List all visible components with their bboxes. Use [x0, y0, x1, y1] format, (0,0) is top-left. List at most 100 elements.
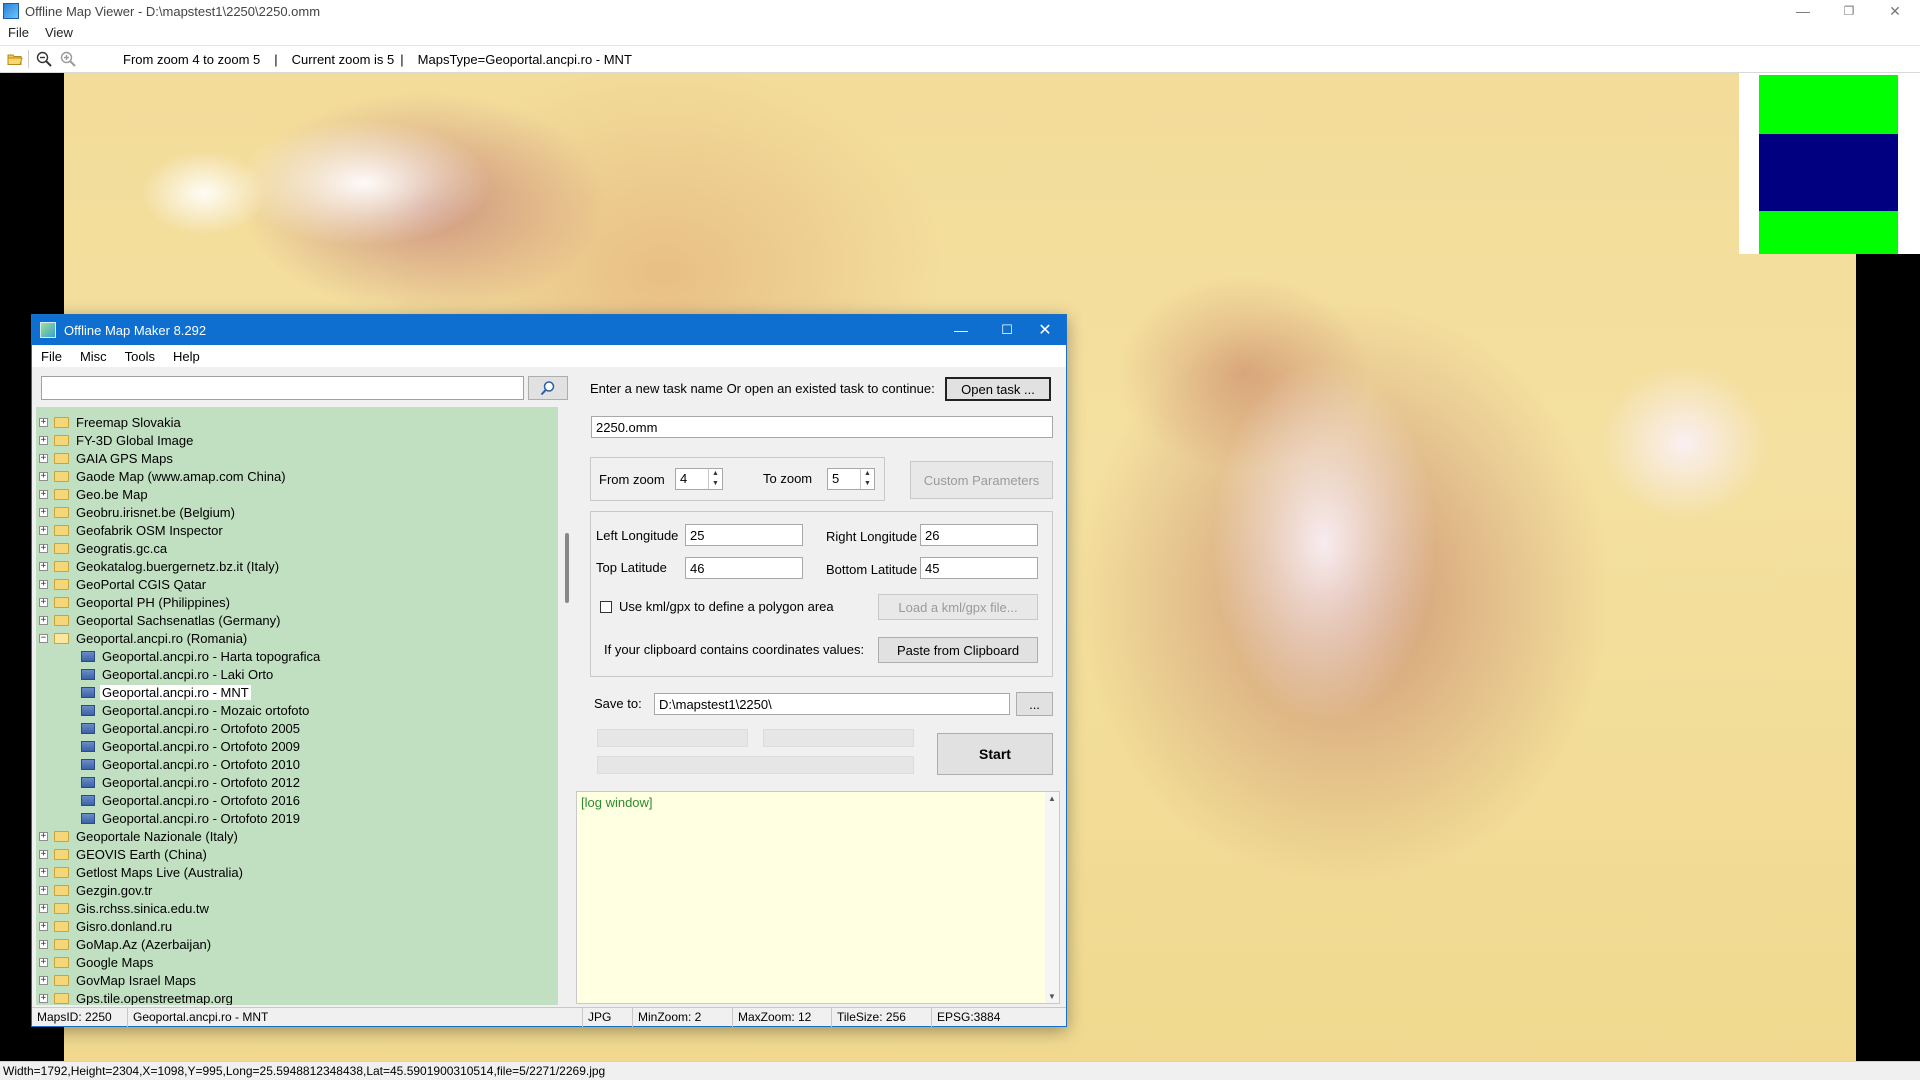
scroll-up-icon[interactable]: ▲ [1045, 794, 1059, 803]
tree-folder-item[interactable]: + GeoPortal CGIS Qatar [36, 575, 208, 593]
map-search-button[interactable] [528, 376, 568, 400]
tree-folder-item[interactable]: + Geoportal Sachsenatlas (Germany) [36, 611, 282, 629]
tree-folder-item[interactable]: + GovMap Israel Maps [36, 971, 198, 989]
expand-icon[interactable]: + [39, 957, 48, 967]
right-longitude-input[interactable] [920, 524, 1038, 546]
expand-icon[interactable]: + [39, 921, 48, 931]
expand-icon[interactable]: + [39, 561, 48, 571]
expand-icon[interactable]: + [39, 867, 48, 877]
expand-icon[interactable]: + [39, 579, 48, 589]
left-longitude-input[interactable] [685, 524, 803, 546]
zoom-out-icon[interactable] [35, 50, 53, 68]
tree-folder-item[interactable]: + Geogratis.gc.ca [36, 539, 169, 557]
expand-icon[interactable]: + [39, 471, 48, 481]
browse-button[interactable]: ... [1016, 692, 1053, 716]
dialog-menu-misc[interactable]: Misc [71, 349, 116, 364]
top-latitude-input[interactable] [685, 557, 803, 579]
tree-map-item[interactable]: Geoportal.ancpi.ro - Ortofoto 2012 [36, 773, 302, 791]
expand-icon[interactable]: + [39, 885, 48, 895]
menu-file[interactable]: File [0, 25, 37, 40]
main-statusbar: Width=1792,Height=2304,X=1098,Y=995,Long… [0, 1061, 1920, 1080]
tree-folder-item[interactable]: + Geokatalog.buergernetz.bz.it (Italy) [36, 557, 281, 575]
dialog-minimize-button[interactable]: — [938, 315, 984, 345]
tree-folder-item[interactable]: + Geo.be Map [36, 485, 150, 503]
tree-map-item[interactable]: Geoportal.ancpi.ro - Ortofoto 2010 [36, 755, 302, 773]
tree-scrollbar-thumb[interactable] [565, 533, 569, 603]
map-layer-icon [81, 740, 95, 752]
tree-folder-item[interactable]: + GoMap.Az (Azerbaijan) [36, 935, 213, 953]
expand-icon[interactable]: + [39, 507, 48, 517]
to-zoom-spinner[interactable]: 5 ▲ ▼ [827, 468, 875, 490]
tree-folder-item[interactable]: + GAIA GPS Maps [36, 449, 175, 467]
close-button[interactable]: ✕ [1872, 0, 1918, 22]
restore-button[interactable]: ❐ [1826, 0, 1872, 22]
tree-folder-item[interactable]: + FY-3D Global Image [36, 431, 195, 449]
tree-folder-item[interactable]: + Geofabrik OSM Inspector [36, 521, 225, 539]
tree-folder-item[interactable]: + GEOVIS Earth (China) [36, 845, 209, 863]
dialog-menu-tools[interactable]: Tools [116, 349, 164, 364]
open-task-button[interactable]: Open task ... [945, 377, 1051, 401]
load-kml-button[interactable]: Load a kml/gpx file... [878, 594, 1038, 620]
spinner-arrows-icon[interactable]: ▲ ▼ [860, 469, 874, 489]
tree-folder-item[interactable]: + Gezgin.gov.tr [36, 881, 154, 899]
open-folder-icon[interactable] [6, 50, 24, 68]
expand-icon[interactable]: + [39, 615, 48, 625]
custom-parameters-button[interactable]: Custom Parameters [910, 461, 1053, 499]
bottom-latitude-input[interactable] [920, 557, 1038, 579]
expand-icon[interactable]: + [39, 975, 48, 985]
tree-folder-item[interactable]: + Gisro.donland.ru [36, 917, 174, 935]
save-path-input[interactable] [654, 693, 1010, 715]
start-button[interactable]: Start [937, 733, 1053, 775]
dialog-close-button[interactable]: ✕ [1022, 315, 1068, 345]
expand-icon[interactable]: + [39, 543, 48, 553]
map-source-tree[interactable]: + Freemap Slovakia + FY-3D Global Image + GAI… [36, 407, 558, 1005]
tree-folder-item[interactable]: + Geobru.irisnet.be (Belgium) [36, 503, 237, 521]
zoom-in-icon[interactable] [59, 50, 77, 68]
task-name-input[interactable] [591, 416, 1053, 438]
map-layer-icon [81, 650, 95, 662]
collapse-icon[interactable]: − [39, 633, 48, 643]
expand-icon[interactable]: + [39, 993, 48, 1003]
map-search-input[interactable] [41, 376, 524, 400]
from-zoom-spinner[interactable]: 4 ▲ ▼ [675, 468, 723, 490]
tree-map-item[interactable]: Geoportal.ancpi.ro - Harta topografica [36, 647, 322, 665]
tree-folder-item[interactable]: + Geoportal PH (Philippines) [36, 593, 232, 611]
menu-view[interactable]: View [37, 25, 81, 40]
tree-map-item[interactable]: Geoportal.ancpi.ro - MNT [36, 683, 251, 701]
tree-folder-item[interactable]: + Google Maps [36, 953, 155, 971]
expand-icon[interactable]: + [39, 525, 48, 535]
tree-map-item[interactable]: Geoportal.ancpi.ro - Ortofoto 2016 [36, 791, 302, 809]
tree-map-item[interactable]: Geoportal.ancpi.ro - Ortofoto 2009 [36, 737, 302, 755]
tree-folder-item[interactable]: + Gaode Map (www.amap.com China) [36, 467, 288, 485]
tree-folder-item[interactable]: + Gps.tile.openstreetmap.org [36, 989, 235, 1005]
dialog-menu-file[interactable]: File [32, 349, 71, 364]
minimize-button[interactable]: — [1780, 0, 1826, 22]
tree-folder-item[interactable]: + Gis.rchss.sinica.edu.tw [36, 899, 211, 917]
tree-map-item[interactable]: Geoportal.ancpi.ro - Laki Orto [36, 665, 275, 683]
tree-folder-item[interactable]: − Geoportal.ancpi.ro (Romania) [36, 629, 249, 647]
tree-map-item[interactable]: Geoportal.ancpi.ro - Ortofoto 2005 [36, 719, 302, 737]
use-kml-checkbox[interactable] [600, 601, 612, 613]
tree-map-item[interactable]: Geoportal.ancpi.ro - Mozaic ortofoto [36, 701, 311, 719]
tree-scrollbar[interactable] [562, 407, 574, 1005]
tree-folder-item[interactable]: + Getlost Maps Live (Australia) [36, 863, 245, 881]
spinner-arrows-icon[interactable]: ▲ ▼ [708, 469, 722, 489]
log-window[interactable]: [log window] ▲ ▼ [576, 791, 1060, 1004]
tree-item-label: Geoportal.ancpi.ro - Ortofoto 2019 [102, 810, 301, 826]
expand-icon[interactable]: + [39, 453, 48, 463]
expand-icon[interactable]: + [39, 435, 48, 445]
scroll-down-icon[interactable]: ▼ [1045, 992, 1059, 1001]
tree-map-item[interactable]: Geoportal.ancpi.ro - Ortofoto 2019 [36, 809, 302, 827]
dialog-menu-help[interactable]: Help [164, 349, 209, 364]
tree-folder-item[interactable]: + Geoportale Nazionale (Italy) [36, 827, 240, 845]
expand-icon[interactable]: + [39, 849, 48, 859]
expand-icon[interactable]: + [39, 831, 48, 841]
expand-icon[interactable]: + [39, 903, 48, 913]
tree-folder-item[interactable]: + Freemap Slovakia [36, 413, 183, 431]
expand-icon[interactable]: + [39, 597, 48, 607]
log-scrollbar[interactable]: ▲ ▼ [1045, 792, 1059, 1003]
expand-icon[interactable]: + [39, 417, 48, 427]
expand-icon[interactable]: + [39, 489, 48, 499]
paste-from-clipboard-button[interactable]: Paste from Clipboard [878, 637, 1038, 663]
expand-icon[interactable]: + [39, 939, 48, 949]
